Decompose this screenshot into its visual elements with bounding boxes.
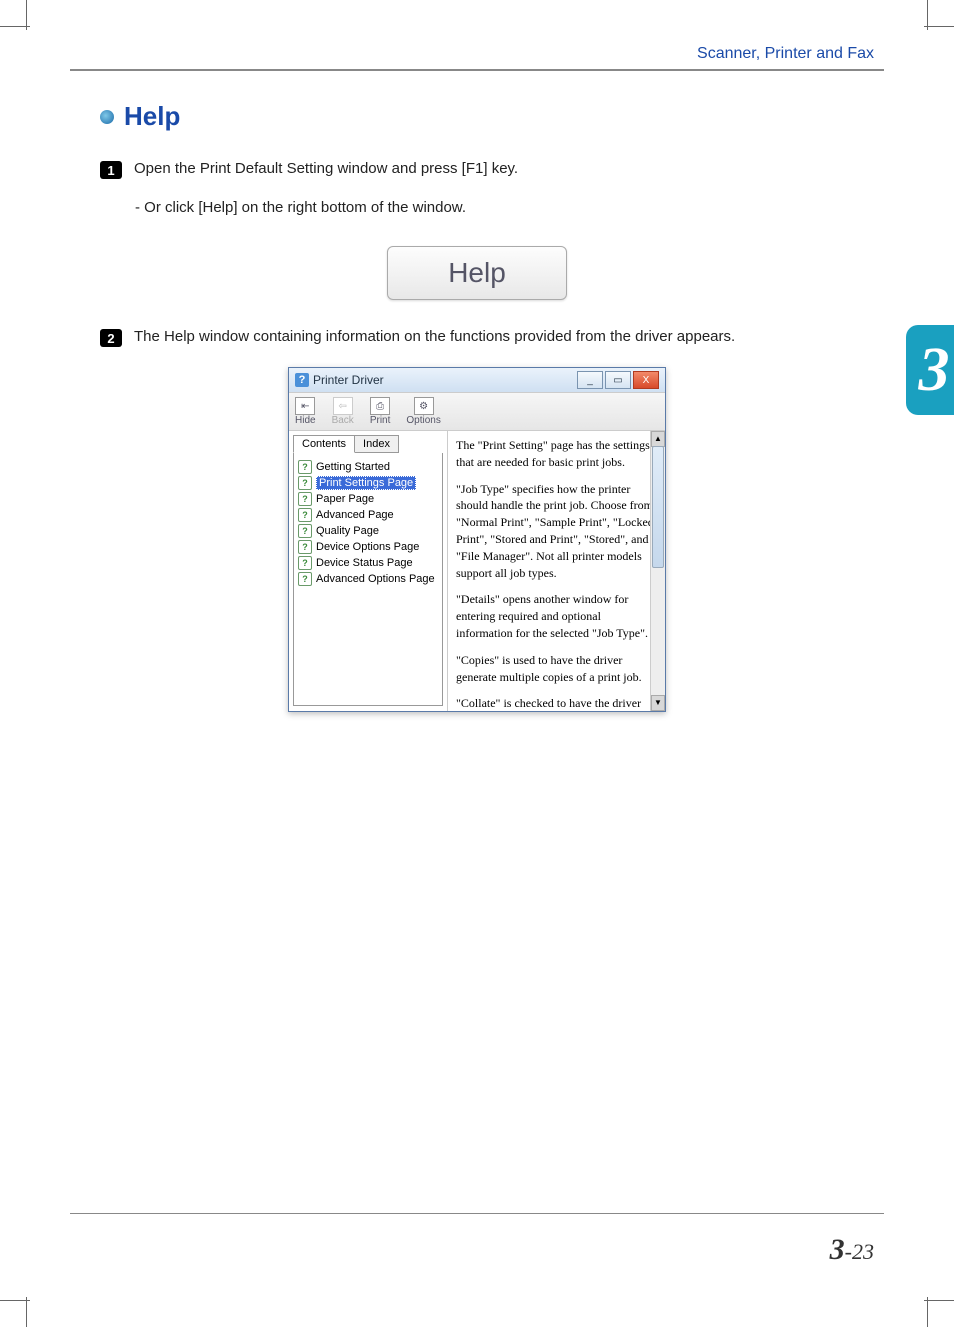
help-nav-pane: Contents Index ? Getting Started ? Print S… — [289, 431, 448, 711]
page-chapter: 3 — [830, 1233, 845, 1266]
toolbar-options-button[interactable]: ⚙ Options — [406, 397, 440, 426]
topic-icon: ? — [298, 556, 312, 570]
topic-icon: ? — [298, 492, 312, 506]
tree-label: Advanced Options Page — [316, 573, 435, 585]
help-button[interactable]: Help — [387, 246, 567, 300]
toolbar-label: Print — [370, 415, 391, 426]
step-number-badge: 1 — [100, 161, 122, 179]
toolbar-hide-button[interactable]: ⇤ Hide — [295, 397, 316, 426]
crop-mark — [26, 1297, 27, 1327]
toolbar-print-button[interactable]: ⎙ Print — [370, 397, 391, 426]
tree-item-selected[interactable]: ? Print Settings Page — [298, 475, 438, 491]
tree-item[interactable]: ? Advanced Page — [298, 507, 438, 523]
step-1-subtext: - Or click [Help] on the right bottom of… — [135, 199, 884, 216]
toolbar-label: Hide — [295, 415, 316, 426]
header-rule — [70, 69, 884, 71]
scroll-up-arrow-icon[interactable]: ▲ — [651, 431, 665, 447]
step-1-text: Open the Print Default Setting window an… — [134, 160, 518, 177]
tree-label: Getting Started — [316, 461, 390, 473]
crop-mark — [927, 1297, 928, 1327]
minimize-button[interactable]: _ — [577, 371, 603, 389]
hide-icon: ⇤ — [295, 397, 315, 415]
topic-icon: ? — [298, 540, 312, 554]
toolbar-back-button: ⇦ Back — [332, 397, 354, 426]
help-paragraph: "Job Type" specifies how the printer sho… — [456, 481, 657, 582]
help-contents-tree: ? Getting Started ? Print Settings Page ? P… — [293, 453, 443, 706]
help-toolbar: ⇤ Hide ⇦ Back ⎙ Print ⚙ Options — [289, 392, 665, 431]
topic-icon: ? — [298, 476, 312, 490]
heading-bullet-icon — [100, 110, 114, 124]
tree-item[interactable]: ? Paper Page — [298, 491, 438, 507]
tab-contents[interactable]: Contents — [293, 435, 355, 453]
help-window-screenshot: ? Printer Driver _ ▭ X ⇤ Hide ⇦ Back — [288, 367, 666, 712]
tree-label: Paper Page — [316, 493, 374, 505]
help-app-icon: ? — [295, 373, 309, 387]
help-paragraph: The "Print Setting" page has the setting… — [456, 437, 657, 471]
tree-label: Quality Page — [316, 525, 379, 537]
toolbar-label: Options — [406, 415, 440, 426]
tree-label: Device Options Page — [316, 541, 419, 553]
side-chapter-tab: 3 — [906, 325, 954, 415]
header-section-title: Scanner, Printer and Fax — [70, 45, 884, 63]
help-paragraph: "Copies" is used to have the driver gene… — [456, 652, 657, 686]
help-paragraph: "Collate" is checked to have the driver … — [456, 695, 657, 711]
crop-mark — [0, 1300, 30, 1301]
vertical-scrollbar[interactable]: ▲ ▼ — [650, 431, 665, 711]
topic-icon: ? — [298, 524, 312, 538]
back-icon: ⇦ — [333, 397, 353, 415]
topic-icon: ? — [298, 508, 312, 522]
section-heading: Help — [124, 101, 180, 132]
step-number-badge: 2 — [100, 329, 122, 347]
tree-item[interactable]: ? Quality Page — [298, 523, 438, 539]
page-number: 3-23 — [830, 1233, 874, 1267]
crop-mark — [0, 26, 30, 27]
window-titlebar: ? Printer Driver _ ▭ X — [289, 368, 665, 392]
page-subnum: 23 — [852, 1239, 874, 1264]
crop-mark — [924, 26, 954, 27]
toolbar-label: Back — [332, 415, 354, 426]
close-button[interactable]: X — [633, 371, 659, 389]
tree-item[interactable]: ? Device Status Page — [298, 555, 438, 571]
options-icon: ⚙ — [414, 397, 434, 415]
step-2-text: The Help window containing information o… — [134, 328, 735, 345]
scroll-thumb[interactable] — [652, 446, 664, 568]
crop-mark — [924, 1300, 954, 1301]
tree-item[interactable]: ? Device Options Page — [298, 539, 438, 555]
help-paragraph: "Details" opens another window for enter… — [456, 591, 657, 641]
tree-item[interactable]: ? Getting Started — [298, 459, 438, 475]
topic-icon: ? — [298, 572, 312, 586]
tree-label: Print Settings Page — [316, 476, 416, 490]
page-sep: - — [845, 1239, 852, 1264]
topic-icon: ? — [298, 460, 312, 474]
tab-index[interactable]: Index — [354, 435, 399, 453]
scroll-down-arrow-icon[interactable]: ▼ — [651, 695, 665, 711]
window-title: Printer Driver — [313, 373, 384, 387]
footer-rule — [70, 1213, 884, 1214]
maximize-button[interactable]: ▭ — [605, 371, 631, 389]
help-content-pane: The "Print Setting" page has the setting… — [448, 431, 665, 711]
print-icon: ⎙ — [370, 397, 390, 415]
tree-item[interactable]: ? Advanced Options Page — [298, 571, 438, 587]
tree-label: Advanced Page — [316, 509, 394, 521]
tree-label: Device Status Page — [316, 557, 413, 569]
